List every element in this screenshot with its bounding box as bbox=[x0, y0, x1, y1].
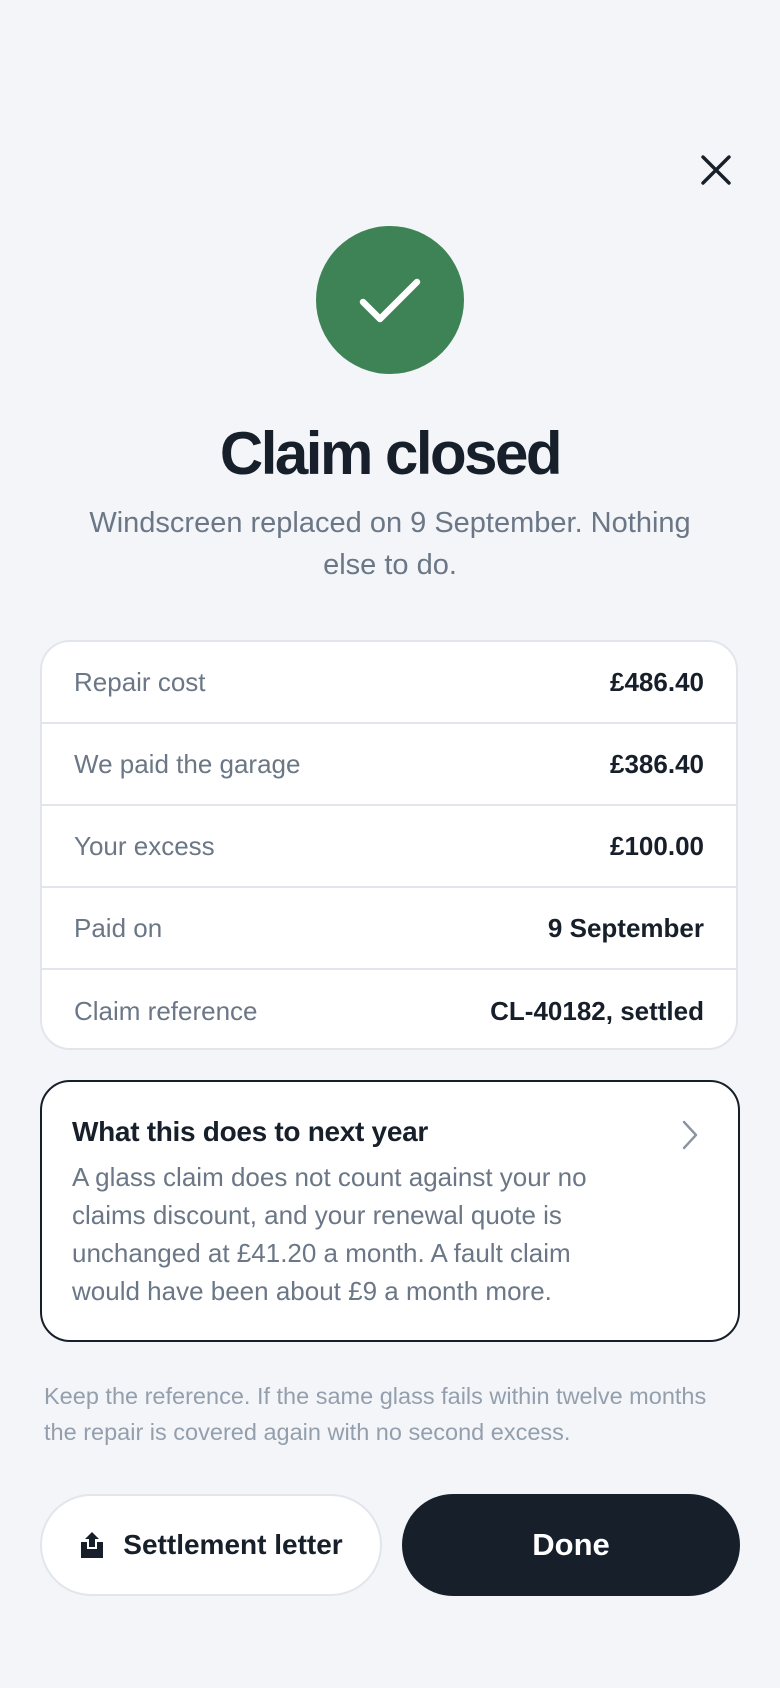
detail-value: £486.40 bbox=[610, 666, 704, 697]
detail-label: Claim reference bbox=[74, 995, 258, 1026]
detail-row-paid-on: Paid on 9 September bbox=[42, 888, 736, 970]
detail-value: £386.40 bbox=[610, 748, 704, 779]
done-label: Done bbox=[532, 1527, 610, 1562]
detail-row-excess: Your excess £100.00 bbox=[42, 806, 736, 888]
detail-label: We paid the garage bbox=[74, 748, 301, 779]
done-button[interactable]: Done bbox=[402, 1494, 740, 1596]
detail-value: CL-40182, settled bbox=[490, 995, 704, 1026]
chevron-right-icon bbox=[682, 1120, 698, 1150]
info-card-body: A glass claim does not count against you… bbox=[72, 1162, 587, 1306]
settlement-letter-label: Settlement letter bbox=[123, 1529, 343, 1560]
detail-row-claim-reference: Claim reference CL-40182, settled bbox=[42, 970, 736, 1048]
detail-label: Repair cost bbox=[74, 666, 206, 697]
settlement-letter-button[interactable]: Settlement letter bbox=[40, 1494, 382, 1596]
detail-label: Your excess bbox=[74, 830, 215, 861]
detail-row-garage-payment: We paid the garage £386.40 bbox=[42, 724, 736, 806]
detail-value: 9 September bbox=[547, 912, 704, 943]
page-subtitle: Windscreen replaced on 9 September. Noth… bbox=[89, 507, 691, 581]
share-upload-icon bbox=[81, 1532, 104, 1558]
detail-label: Paid on bbox=[74, 912, 163, 943]
footnote: Keep the reference. If the same glass fa… bbox=[44, 1383, 707, 1445]
claim-details-card: Repair cost £486.40 We paid the garage £… bbox=[40, 640, 738, 1050]
detail-row-repair-cost: Repair cost £486.40 bbox=[42, 642, 736, 724]
checkmark-icon bbox=[359, 278, 421, 323]
next-year-info-card[interactable]: What this does to next year A glass clai… bbox=[40, 1080, 740, 1342]
close-icon bbox=[701, 155, 731, 185]
close-button[interactable] bbox=[694, 148, 738, 192]
info-card-title: What this does to next year bbox=[72, 1116, 428, 1147]
success-badge bbox=[316, 226, 464, 374]
detail-value: £100.00 bbox=[610, 830, 704, 861]
page-title: Claim closed bbox=[219, 420, 563, 487]
